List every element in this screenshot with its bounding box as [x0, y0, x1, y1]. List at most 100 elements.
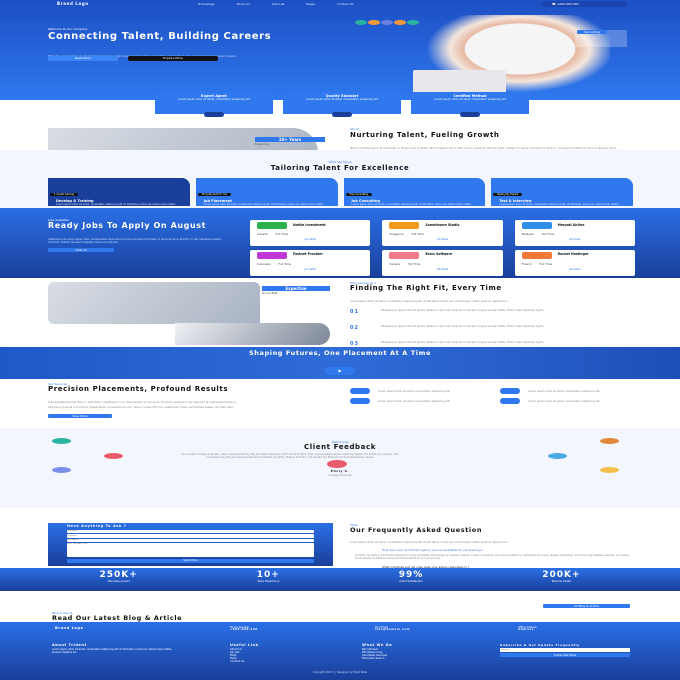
- footer-email[interactable]: info@domain.com: [375, 628, 410, 632]
- subscribe-email-input[interactable]: [500, 648, 630, 652]
- banner-title: Shaping Futures, One Placement At A Time: [249, 349, 431, 357]
- job-card[interactable]: Rocket Hostinger Finland Full Time Job Deta…: [514, 249, 635, 276]
- hero-section: Brand Logo Homepage About Us Jobs List P…: [0, 0, 680, 100]
- why-image-main: [48, 282, 260, 324]
- jobs-title: Ready Jobs To Apply On August: [48, 221, 207, 230]
- serve-card: 1 month training Develop & Training Lorem …: [48, 178, 190, 209]
- serve-badge: Free Consulting: [345, 193, 373, 196]
- company-name: Nottie Investment: [293, 222, 326, 227]
- footer-address: Address: [518, 628, 535, 631]
- job-card[interactable]: Nottie Investment Canada Full Time Job Deta…: [250, 220, 371, 246]
- nav-jobs[interactable]: Jobs List: [272, 2, 284, 6]
- job-card[interactable]: Somethome Studio Singapore Full Time Job De…: [382, 220, 503, 246]
- job-detail-link[interactable]: Job Detail: [257, 268, 363, 271]
- name-input[interactable]: [67, 529, 314, 533]
- company-name: Brain Software: [425, 252, 453, 257]
- company-name: Merpati Airline: [557, 222, 585, 227]
- blog-title: Read Our Latest Blog & Article: [52, 614, 183, 622]
- job-detail-link[interactable]: Job Detail: [389, 268, 495, 271]
- service-icon: [500, 388, 520, 394]
- why-item: 02 Phasellus ac ipsum sed elit iaculis da…: [350, 325, 625, 338]
- avatar-emily: [327, 460, 347, 468]
- stat-item: 200K+ Resume added: [542, 568, 580, 591]
- job-type: Full Time: [275, 232, 289, 236]
- explore-more-button[interactable]: Explore More: [128, 56, 218, 61]
- view-more-button[interactable]: View More: [48, 414, 112, 418]
- job-location: Singapore: [389, 232, 404, 236]
- job-detail-link[interactable]: Job Detail: [522, 238, 628, 241]
- company-logo: [257, 251, 287, 259]
- contact-title: Have Anything To Ask ?: [67, 524, 127, 528]
- serve-badge: Testing By Expert: [493, 193, 523, 196]
- job-card[interactable]: Fastnet Provider Indonesia Full Time Job De…: [250, 249, 371, 276]
- avatar: [104, 453, 123, 459]
- years-badge: 10+ Years: [255, 137, 325, 142]
- nav-homepage[interactable]: Homepage: [198, 2, 214, 6]
- footer-phone: +000-000-000: [230, 628, 258, 631]
- job-card[interactable]: Brain Software Canada Full Time Job Detail: [382, 249, 503, 276]
- all-blog-button[interactable]: All Blog & Article: [543, 604, 630, 608]
- nav-contact[interactable]: Contact Us: [337, 2, 353, 6]
- job-header: Fastnet Provider: [257, 251, 363, 259]
- faq-title: Our Frequently Asked Question: [350, 526, 483, 534]
- what-we-do-links: What We Do Recruitment HR Outsourcing Candi…: [362, 643, 392, 660]
- job-location: Finland: [521, 261, 532, 266]
- job-detail-link[interactable]: Job Detail: [257, 238, 363, 241]
- serve-card: Free Consulting Job Consulting Lorem ipsum…: [343, 178, 486, 209]
- brand-logo[interactable]: Brand Logo: [57, 2, 89, 6]
- service-text: Lorem ipsum dolor sit amet, consectetur …: [378, 389, 450, 393]
- job-type: Full Time: [541, 232, 555, 236]
- company-logo: [521, 222, 552, 229]
- message-textarea[interactable]: [67, 543, 314, 557]
- nav-pages[interactable]: Pages: [306, 2, 315, 6]
- about-title: Nurturing Talent, Fueling Growth: [350, 131, 500, 139]
- why-title: Finding The Right Fit, Every Time: [350, 284, 502, 292]
- stat-item: 99% Client Satisfaction: [399, 568, 424, 591]
- job-meta: Canada Full Time: [257, 232, 363, 236]
- service-item: Lorem ipsum dolor sit amet, consectetur …: [350, 388, 490, 394]
- service-text: Lorem ipsum dolor sit amet, consectetur …: [528, 399, 600, 403]
- submit-button[interactable]: Submit Now: [67, 559, 314, 563]
- services-text1: Cras egestas placerat dolor in sollicitu…: [48, 401, 237, 404]
- faq-question-1[interactable]: How does your recruitment agency source …: [382, 548, 612, 552]
- services-text2: Aliq ipsum gravida in tincidunt. Suspend…: [48, 406, 234, 409]
- job-detail-link[interactable]: Job Detail: [522, 268, 628, 271]
- phone-pill[interactable]: ☎ +000-000-000: [542, 1, 627, 7]
- job-location: Indonesia: [257, 261, 271, 266]
- why-text: Phasellus ac ipsum sed elit iaculis dapi…: [381, 325, 544, 328]
- stat-value: 250K+: [99, 570, 138, 580]
- footer-service-link[interactable]: Executive Search: [362, 657, 392, 660]
- view-all-button[interactable]: View All: [48, 248, 114, 252]
- service-text: Lorem ipsum dolor sit amet, consectetur …: [378, 399, 450, 403]
- email-input[interactable]: [67, 534, 314, 538]
- recruiting-badge: Recruiting: [577, 30, 607, 34]
- service-icon: [350, 398, 370, 404]
- jobs-section: Jobs Available Ready Jobs To Apply On Au…: [0, 208, 680, 278]
- feature-icon: [460, 112, 480, 117]
- service-item: Lorem ipsum dolor sit amet, consectetur …: [500, 388, 640, 394]
- testimonial-name: Emily S.: [330, 469, 350, 473]
- feature-card: Certified Method Lorem ipsum dolor sit am…: [411, 92, 529, 117]
- job-meta: Malaysia Full Time: [522, 232, 628, 236]
- company-logo: [521, 251, 552, 259]
- serve-cards: 1 month training Develop & Training Lorem …: [48, 178, 633, 209]
- job-detail-link[interactable]: Job Detail: [389, 238, 495, 241]
- testimonial-section: Testimonial Client Feedback As a recent …: [0, 428, 680, 508]
- subject-input[interactable]: [67, 538, 314, 542]
- job-meta: Finland Full Time: [522, 262, 628, 266]
- avatar: [52, 467, 71, 473]
- company-logo: [389, 251, 420, 259]
- stat-value: 200K+: [542, 570, 581, 580]
- company-logo: [257, 222, 287, 229]
- footer-link[interactable]: Contact Us: [230, 660, 259, 663]
- service-icon: [500, 398, 520, 404]
- subscribe-button[interactable]: Subscribe Now: [500, 653, 630, 657]
- job-card[interactable]: Merpati Airline Malaysia Full Time Job Deta…: [514, 220, 635, 246]
- play-button[interactable]: ▶: [325, 367, 355, 375]
- read-more-button[interactable]: Read More: [48, 56, 118, 61]
- job-header: Rocket Hostinger: [521, 251, 628, 259]
- footer: Brand Logo Phone Number +000-000-000 Our …: [0, 622, 680, 680]
- serve-title: Tailoring Talent For Excellence: [270, 164, 410, 172]
- company-name: Rocket Hostinger: [557, 252, 589, 257]
- nav-about[interactable]: About Us: [236, 2, 250, 6]
